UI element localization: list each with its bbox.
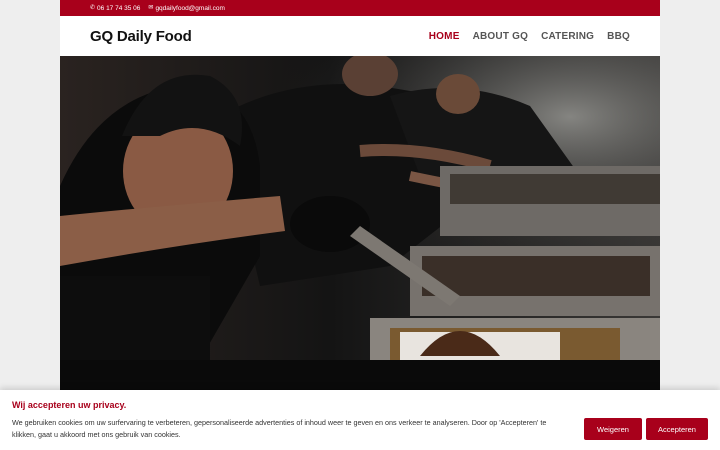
nav-catering[interactable]: CATERING [541,31,594,42]
phone-number: 06 17 74 35 06 [97,4,141,12]
page-container: ✆ 06 17 74 35 06 ✉ gqdailyfood@gmail.com… [60,0,660,450]
site-logo[interactable]: GQ Daily Food [90,28,192,45]
cookie-text: We gebruiken cookies om uw surfervaring … [12,418,547,439]
envelope-icon: ✉ [148,5,154,11]
accept-button[interactable]: Accepteren [646,418,708,440]
nav-home[interactable]: HOME [429,31,460,42]
site-header: GQ Daily Food HOME ABOUT GQ CATERING BBQ [60,16,660,56]
email-contact[interactable]: ✉ gqdailyfood@gmail.com [148,5,225,12]
hero-image [60,56,660,360]
nav-about[interactable]: ABOUT GQ [473,31,529,42]
decline-button[interactable]: Weigeren [584,418,642,440]
phone-contact[interactable]: ✆ 06 17 74 35 06 [90,5,140,12]
phone-icon: ✆ [90,5,96,11]
hero-bottom-band [60,360,660,390]
cookie-title: Wij accepteren uw privacy. [12,400,127,410]
hero-photo-illustration [60,56,660,360]
top-info-bar: ✆ 06 17 74 35 06 ✉ gqdailyfood@gmail.com [60,0,660,16]
email-address: gqdailyfood@gmail.com [155,4,225,12]
nav-bbq[interactable]: BBQ [607,31,630,42]
cookie-consent-banner: Wij accepteren uw privacy. We gebruiken … [0,390,720,450]
main-nav: HOME ABOUT GQ CATERING BBQ [429,31,630,42]
